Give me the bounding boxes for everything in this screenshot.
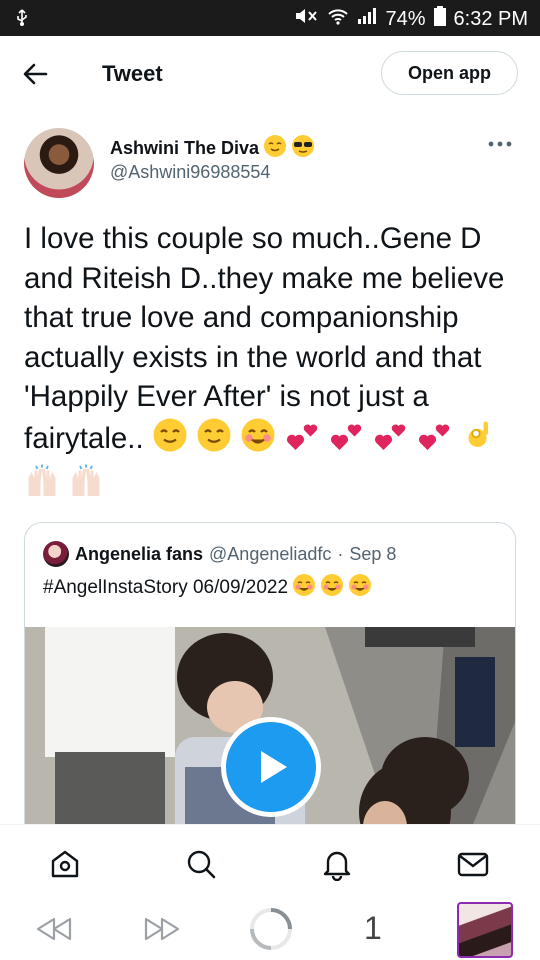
author-handle[interactable]: @Ashwini96988554 xyxy=(110,162,270,183)
author-name: Ashwini The Diva xyxy=(110,138,260,158)
nav-search[interactable] xyxy=(184,847,218,881)
mail-icon xyxy=(457,852,489,877)
header: Tweet Open app xyxy=(0,36,540,110)
browser-home-button[interactable] xyxy=(248,906,294,957)
relieved-face-emoji xyxy=(263,134,287,163)
rewind-icon xyxy=(36,917,72,941)
more-button[interactable] xyxy=(486,136,514,152)
tweet-text: I love this couple so much..Gene D and R… xyxy=(24,219,524,510)
smiling-blush-emoji xyxy=(292,573,316,603)
bell-icon xyxy=(323,851,351,882)
nav-home[interactable] xyxy=(48,847,82,881)
quoted-author-name: Angenelia fans xyxy=(75,543,204,564)
bottom-navigation xyxy=(0,824,540,898)
usb-icon xyxy=(12,8,32,33)
wifi-icon xyxy=(327,6,349,32)
page-title: Tweet xyxy=(102,61,163,86)
nav-notifications[interactable] xyxy=(320,847,354,882)
play-icon xyxy=(261,751,287,783)
clock: 6:32 PM xyxy=(453,7,528,30)
smiling-blush-emoji xyxy=(320,573,344,603)
ok-hand-emoji xyxy=(461,417,497,464)
quoted-tweet[interactable]: Angenelia fans @Angeneliadfc · Sep 8 #An… xyxy=(24,522,516,862)
signal-icon xyxy=(357,7,377,31)
quoted-avatar xyxy=(43,541,69,567)
nav-messages[interactable] xyxy=(456,847,490,881)
two-hearts-emoji xyxy=(373,417,409,464)
play-button[interactable] xyxy=(221,717,321,817)
open-app-button[interactable]: Open app xyxy=(381,51,518,95)
tab-count[interactable]: 1 xyxy=(364,910,382,947)
quoted-author-handle: @Angeneliadfc xyxy=(209,543,332,564)
two-hearts-emoji xyxy=(329,417,365,464)
loading-ring-icon xyxy=(250,908,292,950)
quoted-tweet-text: #AngelInstaStory 06/09/2022 xyxy=(43,573,372,603)
raising-hands-emoji xyxy=(24,463,60,510)
home-icon xyxy=(51,850,79,878)
mute-icon xyxy=(293,6,319,32)
quoted-tweet-header: Angenelia fans @Angeneliadfc · Sep 8 xyxy=(43,541,396,567)
battery-percentage: 74% xyxy=(385,7,426,30)
tab-thumbnail[interactable] xyxy=(457,902,513,958)
quoted-separator: · xyxy=(337,543,344,564)
quoted-date: Sep 8 xyxy=(349,543,397,564)
raising-hands-emoji xyxy=(68,463,104,510)
two-hearts-emoji xyxy=(285,417,321,464)
relieved-face-emoji xyxy=(152,417,188,464)
battery-icon xyxy=(433,6,446,32)
two-hearts-emoji xyxy=(417,417,453,464)
author-avatar[interactable] xyxy=(24,128,94,198)
smiling-blush-emoji xyxy=(240,417,276,464)
back-button[interactable] xyxy=(20,60,52,88)
more-horizontal-icon xyxy=(488,141,512,147)
arrow-left-icon xyxy=(23,63,48,85)
smiling-blush-emoji xyxy=(348,573,372,603)
fast-forward-icon xyxy=(144,917,180,941)
status-bar: 74% 6:32 PM xyxy=(0,0,540,36)
search-icon xyxy=(187,850,216,879)
author-name-row[interactable]: Ashwini The Diva xyxy=(110,134,315,163)
quoted-text-body: #AngelInstaStory 06/09/2022 xyxy=(43,577,289,598)
browser-back-button[interactable] xyxy=(34,916,74,947)
relieved-face-emoji xyxy=(196,417,232,464)
browser-forward-button[interactable] xyxy=(142,916,182,947)
sunglasses-emoji xyxy=(291,134,315,163)
